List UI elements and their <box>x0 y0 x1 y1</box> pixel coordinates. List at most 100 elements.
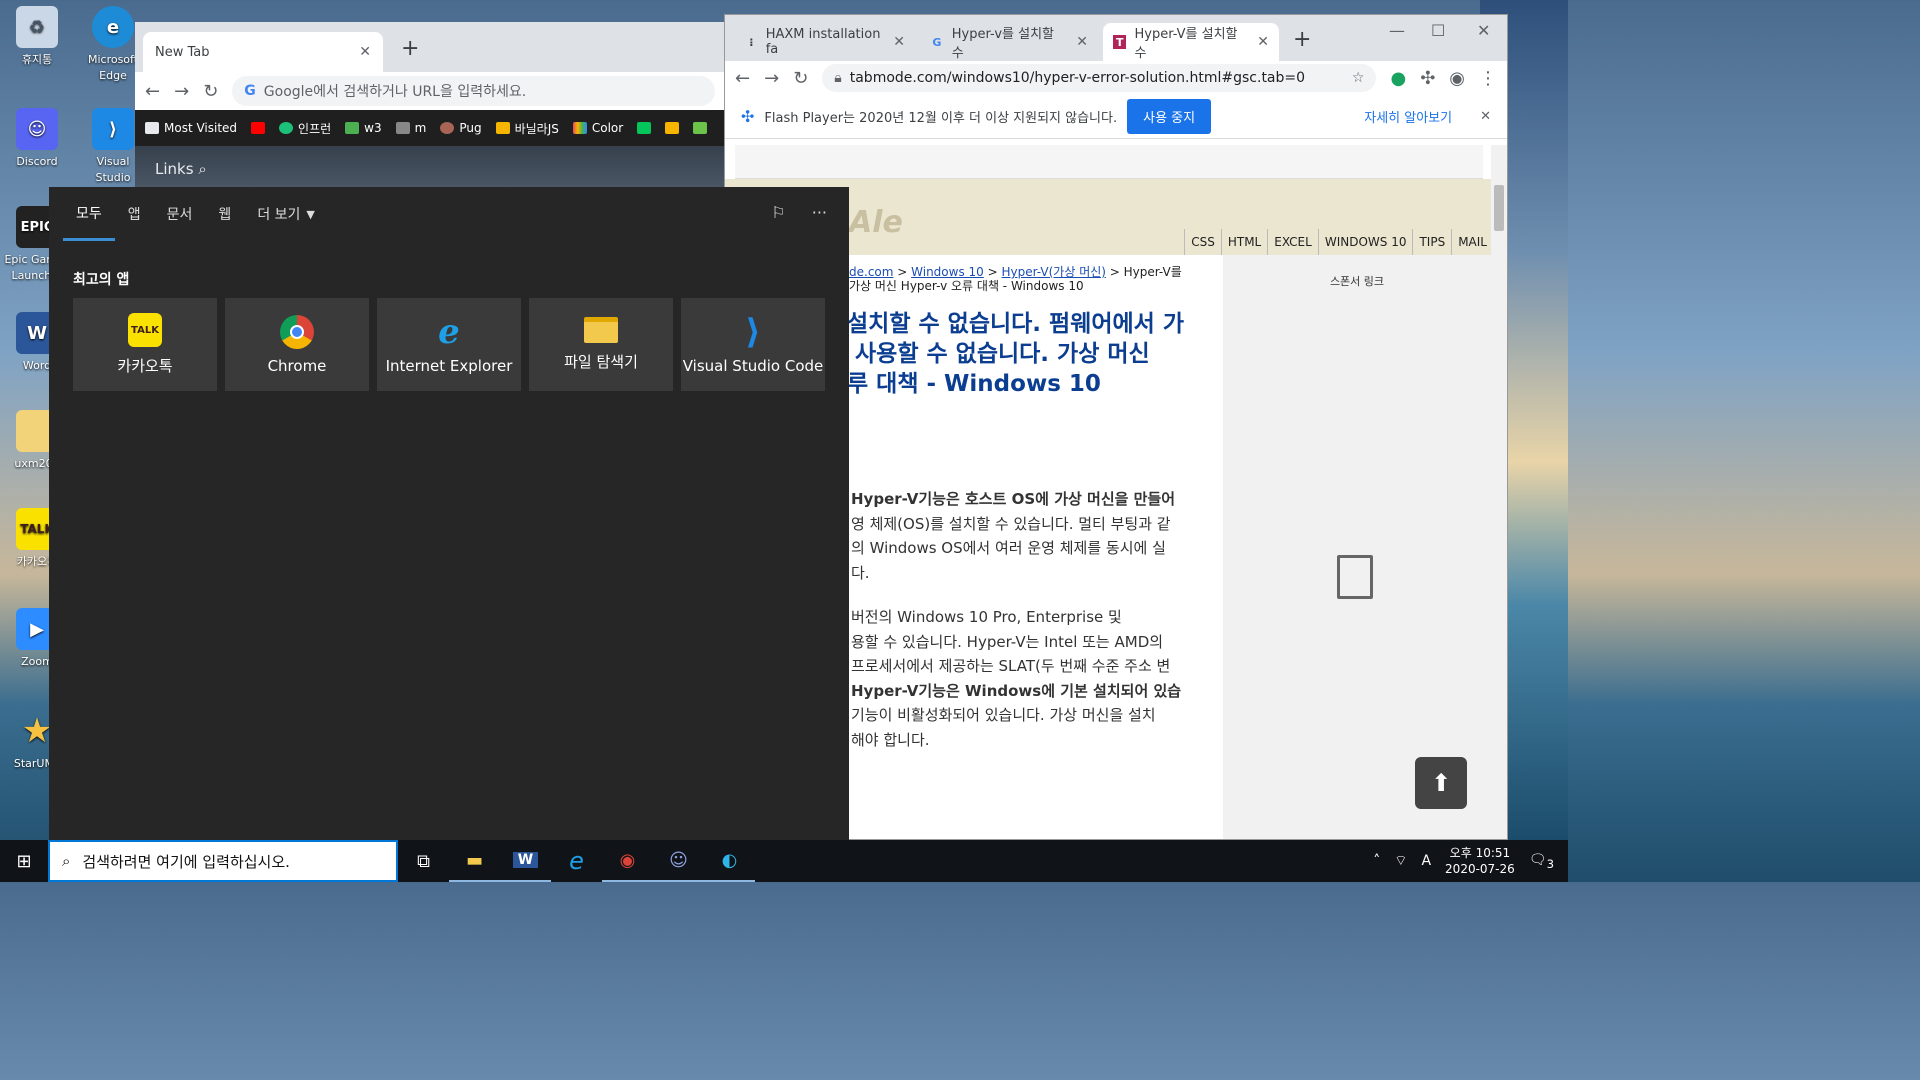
nav-tips[interactable]: TIPS <box>1412 229 1451 255</box>
close-icon[interactable]: ✕ <box>359 44 371 60</box>
app-tile-vscode[interactable]: ⟩ Visual Studio Code <box>681 298 825 391</box>
app-tile-file-explorer[interactable]: 파일 탐색기 <box>529 298 673 391</box>
nav-windows10[interactable]: WINDOWS 10 <box>1317 229 1413 255</box>
tab-apps[interactable]: 앱 <box>115 187 154 241</box>
avatar[interactable]: ◉ <box>1449 68 1465 89</box>
extension-m-icon[interactable]: ● <box>1390 68 1406 89</box>
tab-documents[interactable]: 문서 <box>154 187 206 241</box>
learn-more-link[interactable]: 자세히 알아보기 <box>1364 107 1452 126</box>
file-explorer-icon: ▬ <box>465 849 483 871</box>
taskbar-chrome[interactable]: ◉ <box>602 840 653 882</box>
bookmark-most-visited[interactable]: Most Visited <box>145 121 237 135</box>
start-button[interactable]: ⊞ <box>0 840 48 882</box>
taskbar-file-explorer[interactable]: ▬ <box>449 840 500 882</box>
bookmark-youtube[interactable] <box>251 122 266 134</box>
taskbar-word[interactable]: W <box>500 840 551 882</box>
bookmark-label: Most Visited <box>164 121 238 135</box>
tab-web[interactable]: 웹 <box>205 187 244 241</box>
broken-document-icon <box>1337 555 1373 599</box>
breadcrumb-home[interactable]: de.com <box>849 265 893 279</box>
reload-icon[interactable]: ↻ <box>203 81 218 102</box>
tab-all[interactable]: 모두 <box>63 187 115 241</box>
chevron-up-icon[interactable]: ˄ <box>1373 853 1380 869</box>
app-tile-kakaotalk[interactable]: TALK 카카오톡 <box>73 298 217 391</box>
tab-new-tab[interactable]: New Tab ✕ <box>143 32 383 72</box>
taskbar-internet-explorer[interactable]: e <box>551 840 602 882</box>
close-icon[interactable]: ✕ <box>1076 34 1088 50</box>
app-tile-chrome[interactable]: Chrome <box>225 298 369 391</box>
tab-hyperv-google[interactable]: G Hyper-v를 설치할 수 ✕ <box>920 23 1098 61</box>
forward-icon[interactable]: → <box>174 81 189 102</box>
tabmode-icon: T <box>1113 35 1127 49</box>
site-logo[interactable]: Ale <box>849 205 903 240</box>
bookmark-hand[interactable] <box>665 122 680 134</box>
app-tile-internet-explorer[interactable]: e Internet Explorer <box>377 298 521 391</box>
caret-down-icon: ▼ <box>306 207 315 221</box>
new-tab-button[interactable]: + <box>401 36 419 61</box>
browser-toolbar: ← → ↻ G Google에서 검색하거나 URL을 입력하세요. <box>135 72 725 110</box>
bookmark-nodejs[interactable] <box>693 122 708 134</box>
clock[interactable]: 오후 10:51 2020-07-26 <box>1445 845 1515 877</box>
minimize-icon[interactable]: — <box>1389 21 1405 40</box>
article-title: 설치할 수 없습니다. 펌웨어에서 가 사용할 수 없습니다. 가상 머신 루 … <box>847 311 1185 397</box>
maximize-icon[interactable]: ☐ <box>1431 21 1445 40</box>
tab-more[interactable]: 더 보기 ▼ <box>244 187 328 241</box>
bookmark-color[interactable]: Color <box>572 121 623 135</box>
star-icon[interactable]: ☆ <box>1352 70 1365 86</box>
search-icon: ⌕ <box>62 852 71 870</box>
bookmark-pug[interactable]: Pug <box>440 121 482 135</box>
back-icon[interactable]: ← <box>145 81 160 102</box>
omnibox[interactable]: 🔒︎ tabmode.com/windows10/hyper-v-error-s… <box>822 64 1377 92</box>
forward-icon[interactable]: → <box>764 68 779 89</box>
close-window-icon[interactable]: ✕ <box>1477 21 1490 40</box>
notification-button[interactable]: 🗨︎3 <box>1529 852 1554 871</box>
bookmark-w3[interactable]: w3 <box>345 121 382 135</box>
links-label[interactable]: Links ⌕ <box>155 160 207 178</box>
new-tab-button[interactable]: + <box>1293 27 1311 52</box>
tab-haxm[interactable]: ⁝ HAXM installation fa ✕ <box>735 23 915 61</box>
scroll-to-top-button[interactable]: ⬆ <box>1415 757 1467 809</box>
bookmark-inflearn[interactable]: 인프런 <box>279 120 331 137</box>
breadcrumb-windows10[interactable]: Windows 10 <box>911 265 984 279</box>
reload-icon[interactable]: ↻ <box>793 68 808 89</box>
app-label: Visual Studio Code <box>682 356 824 375</box>
more-options-icon[interactable]: ··· <box>812 203 827 222</box>
edge-icon: e <box>92 6 134 48</box>
breadcrumb-hyperv[interactable]: Hyper-V(가상 머신) <box>1001 265 1105 279</box>
kebab-menu-icon[interactable]: ⋮ <box>1479 68 1497 89</box>
vertical-scrollbar[interactable] <box>1491 145 1507 839</box>
feedback-icon[interactable]: ⚐ <box>771 203 785 222</box>
desktop-icon-recycle-bin[interactable]: ♻ 휴지통 <box>4 6 70 68</box>
bookmark-vanillajs[interactable]: 바닐라JS <box>495 120 559 137</box>
tab-hyperv-tabmode[interactable]: T Hyper-V를 설치할 수 ✕ <box>1103 23 1279 61</box>
desktop-icon-discord[interactable]: ☺ Discord <box>4 108 70 170</box>
nav-css[interactable]: CSS <box>1184 229 1221 255</box>
close-icon[interactable]: ✕ <box>1480 109 1491 124</box>
taskbar-discord[interactable]: ☺ <box>653 840 704 882</box>
w3-icon <box>345 122 360 134</box>
app-label: 파일 탐색기 <box>564 353 638 371</box>
notification-count: 3 <box>1546 856 1554 871</box>
paragraph: 버전의 Windows 10 Pro, Enterprise 및 용할 수 있습… <box>851 608 1182 749</box>
nav-mail[interactable]: MAIL <box>1451 229 1493 255</box>
pug-icon <box>440 122 455 134</box>
close-icon[interactable]: ✕ <box>1257 34 1269 50</box>
close-icon[interactable]: ✕ <box>893 34 905 50</box>
taskbar-edge[interactable]: ◐ <box>704 840 755 882</box>
taskbar-search-box[interactable]: ⌕ 검색하려면 여기에 입력하십시오. <box>48 840 398 882</box>
network-icon[interactable]: ⌔ <box>1394 852 1407 870</box>
bookmark-m[interactable]: m <box>395 121 426 135</box>
task-view-button[interactable]: ⧉ <box>398 840 449 882</box>
chrome-icon: ◉ <box>619 849 636 871</box>
file-explorer-icon <box>584 317 618 343</box>
omnibox-placeholder: Google에서 검색하거나 URL을 입력하세요. <box>263 84 527 100</box>
omnibox[interactable]: G Google에서 검색하거나 URL을 입력하세요. <box>232 76 715 106</box>
scrollbar-thumb[interactable] <box>1494 185 1504 231</box>
nav-excel[interactable]: EXCEL <box>1267 229 1318 255</box>
back-icon[interactable]: ← <box>735 68 750 89</box>
ime-indicator[interactable]: A <box>1421 853 1431 869</box>
puzzle-icon[interactable]: ✣ <box>1420 68 1435 89</box>
nav-html[interactable]: HTML <box>1220 229 1267 255</box>
disable-button[interactable]: 사용 중지 <box>1127 99 1212 134</box>
bookmark-naver[interactable] <box>637 122 652 134</box>
